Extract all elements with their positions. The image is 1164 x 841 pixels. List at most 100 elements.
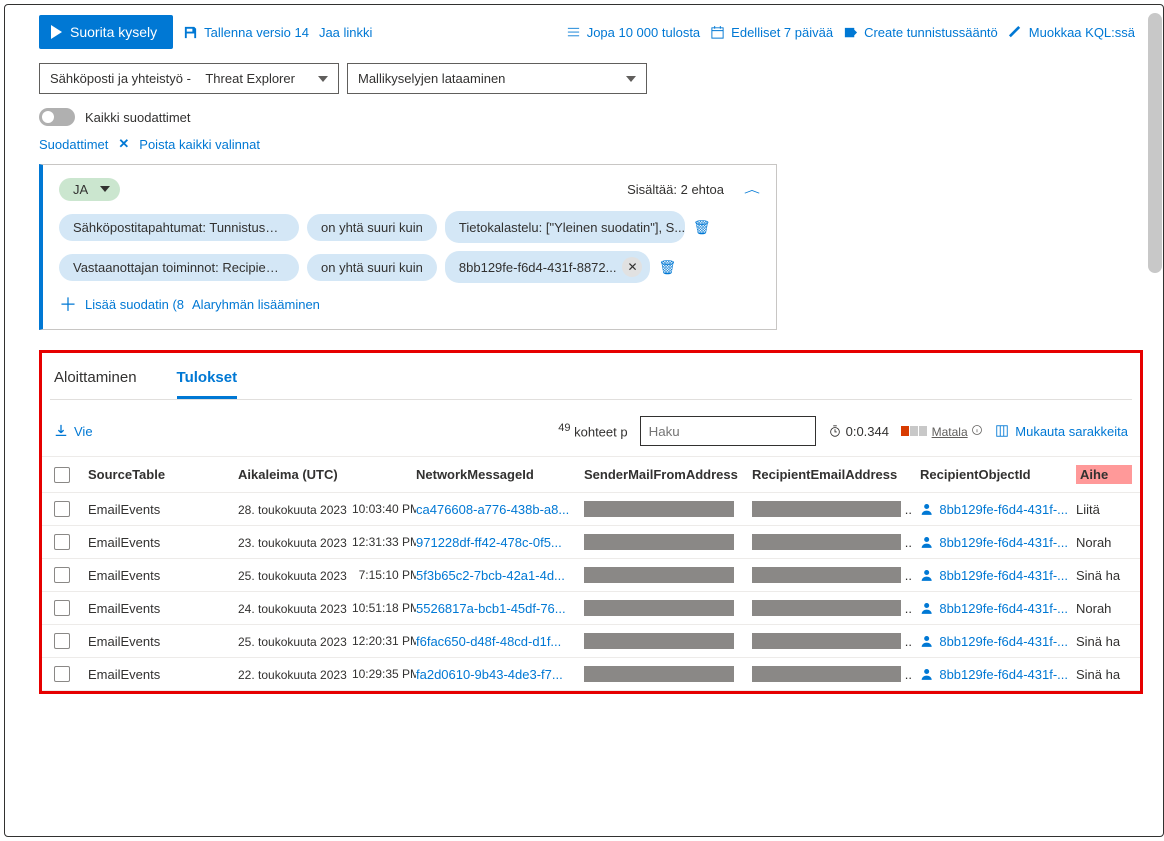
table-row[interactable]: EmailEvents 25. toukokuuta 20237:15:10 P… [42, 559, 1140, 592]
filters-link[interactable]: Suodattimet [39, 137, 108, 152]
delete-filter-button[interactable]: 🗑 [693, 219, 711, 236]
cell-roid[interactable]: 8bb129fe-f6d4-431f-... [920, 667, 1076, 682]
cell-nmid[interactable]: 5f3b65c2-7bcb-42a1-4d... [416, 568, 584, 583]
export-button[interactable]: Vie [54, 424, 93, 439]
cell-source: EmailEvents [88, 568, 238, 583]
result-count: 49 kohteet p [558, 422, 627, 439]
person-icon [920, 667, 933, 681]
cell-timestamp: 22. toukokuuta 202310:29:35 PM [238, 667, 416, 682]
table-row[interactable]: EmailEvents 22. toukokuuta 202310:29:35 … [42, 658, 1140, 691]
contains-label: Sisältää: 2 ehtoa [627, 182, 724, 197]
cell-source: EmailEvents [88, 667, 238, 682]
clear-all-link[interactable]: Poista kaikki valinnat [139, 137, 260, 152]
table-row[interactable]: EmailEvents 25. toukokuuta 202312:20:31 … [42, 625, 1140, 658]
cell-subject: Norah [1076, 601, 1132, 616]
filter-value-pill[interactable]: 8bb129fe-f6d4-431f-8872...✕ [445, 251, 651, 283]
cell-sender [584, 600, 752, 616]
filter-field-pill[interactable]: Vastaanottajan toiminnot: RecipientObj..… [59, 254, 299, 281]
cell-source: EmailEvents [88, 535, 238, 550]
cell-source: EmailEvents [88, 601, 238, 616]
table-row[interactable]: EmailEvents 24. toukokuuta 202310:51:18 … [42, 592, 1140, 625]
stopwatch-icon [828, 424, 842, 438]
col-sender[interactable]: SenderMailFromAddress [584, 467, 752, 482]
all-filters-toggle[interactable] [39, 108, 75, 126]
chevron-down-icon [318, 76, 328, 82]
result-limit-link[interactable]: Jopa 10 000 tulosta [566, 25, 700, 40]
table-row[interactable]: EmailEvents 28. toukokuuta 202310:03:40 … [42, 493, 1140, 526]
customize-columns-link[interactable]: Mukauta sarakkeita [995, 424, 1128, 439]
add-subgroup-link[interactable]: Alaryhmän lisääminen [192, 297, 320, 312]
cell-roid[interactable]: 8bb129fe-f6d4-431f-... [920, 601, 1076, 616]
person-icon [920, 601, 933, 615]
person-icon [920, 568, 933, 582]
filter-value-pill[interactable]: Tietokalastelu: ["Yleinen suodatin"], S.… [445, 211, 685, 243]
results-panel: Aloittaminen Tulokset Vie 49 kohteet p 0… [39, 350, 1143, 694]
cell-timestamp: 24. toukokuuta 202310:51:18 PM [238, 601, 416, 616]
scrollbar[interactable] [1148, 13, 1162, 273]
cell-recipient: .. [752, 567, 920, 583]
remove-value-button[interactable]: ✕ [622, 257, 642, 277]
columns-icon [995, 424, 1009, 438]
cell-recipient: .. [752, 534, 920, 550]
detection-icon [843, 25, 858, 40]
and-operator-pill[interactable]: JA [59, 178, 120, 201]
cell-roid[interactable]: 8bb129fe-f6d4-431f-... [920, 568, 1076, 583]
cell-recipient: .. [752, 501, 920, 517]
cell-timestamp: 25. toukokuuta 20237:15:10 PM [238, 568, 416, 583]
chevron-up-icon[interactable]: ︿ [744, 182, 760, 196]
cell-subject: Sinä ha [1076, 568, 1132, 583]
cell-nmid[interactable]: 971228df-ff42-478c-0f5... [416, 535, 584, 550]
wand-icon [1008, 25, 1023, 40]
table-row[interactable]: EmailEvents 23. toukokuuta 202312:31:33 … [42, 526, 1140, 559]
col-timestamp[interactable]: Aikaleima (UTC) [238, 467, 416, 482]
cell-subject: Norah [1076, 535, 1132, 550]
add-filter-link[interactable]: Lisää suodatin (8 [85, 297, 184, 312]
select-all-checkbox[interactable] [54, 467, 70, 483]
cell-roid[interactable]: 8bb129fe-f6d4-431f-... [920, 634, 1076, 649]
save-version-link[interactable]: Tallenna versio 14 [183, 25, 309, 40]
cell-roid[interactable]: 8bb129fe-f6d4-431f-... [920, 502, 1076, 517]
date-range-link[interactable]: Edelliset 7 päivää [710, 25, 833, 40]
edit-kql-link[interactable]: Muokkaa KQL:ssä [1008, 25, 1135, 40]
col-sourcetable[interactable]: SourceTable [88, 467, 238, 482]
chevron-down-icon [100, 186, 110, 192]
toggle-label: Kaikki suodattimet [85, 110, 191, 125]
tab-getting-started[interactable]: Aloittaminen [54, 363, 137, 399]
col-recipientobjectid[interactable]: RecipientObjectId [920, 467, 1076, 482]
row-checkbox[interactable] [54, 600, 70, 616]
cell-sender [584, 633, 752, 649]
row-checkbox[interactable] [54, 534, 70, 550]
row-checkbox[interactable] [54, 633, 70, 649]
close-icon[interactable]: ✕ [118, 136, 129, 152]
row-checkbox[interactable] [54, 501, 70, 517]
cell-nmid[interactable]: fa2d0610-9b43-4de3-f7... [416, 667, 584, 682]
filter-op-pill[interactable]: on yhtä suuri kuin [307, 214, 437, 241]
cell-source: EmailEvents [88, 634, 238, 649]
cell-nmid[interactable]: ca476608-a776-438b-a8... [416, 502, 584, 517]
calendar-icon [710, 25, 725, 40]
cell-roid[interactable]: 8bb129fe-f6d4-431f-... [920, 535, 1076, 550]
share-link[interactable]: Jaa linkki [319, 25, 372, 40]
filter-op-pill[interactable]: on yhtä suuri kuin [307, 254, 437, 281]
col-subject[interactable]: Aihe [1076, 465, 1132, 484]
cell-sender [584, 567, 752, 583]
col-networkmessageid[interactable]: NetworkMessageId [416, 467, 584, 482]
cell-nmid[interactable]: 5526817a-bcb1-45df-76... [416, 601, 584, 616]
search-input[interactable] [640, 416, 816, 446]
cell-subject: Sinä ha [1076, 634, 1132, 649]
tab-results[interactable]: Tulokset [177, 363, 238, 399]
cell-recipient: .. [752, 666, 920, 682]
filter-field-pill[interactable]: Sähköpostitapahtumat: Tunnistusmenetelmä… [59, 214, 299, 241]
template-selector[interactable]: Mallikyselyjen lataaminen [347, 63, 647, 94]
cell-sender [584, 534, 752, 550]
source-selector[interactable]: Sähköposti ja yhteistyö - Threat Explore… [39, 63, 339, 94]
col-recipient[interactable]: RecipientEmailAddress [752, 467, 920, 482]
row-checkbox[interactable] [54, 666, 70, 682]
cell-timestamp: 23. toukokuuta 202312:31:33 PM [238, 535, 416, 550]
delete-filter-button[interactable]: 🗑 [658, 259, 676, 276]
cell-nmid[interactable]: f6fac650-d48f-48cd-d1f... [416, 634, 584, 649]
create-detection-link[interactable]: Create tunnistussääntö [843, 25, 998, 40]
person-icon [920, 502, 933, 516]
row-checkbox[interactable] [54, 567, 70, 583]
run-query-button[interactable]: Suorita kysely [39, 15, 173, 49]
